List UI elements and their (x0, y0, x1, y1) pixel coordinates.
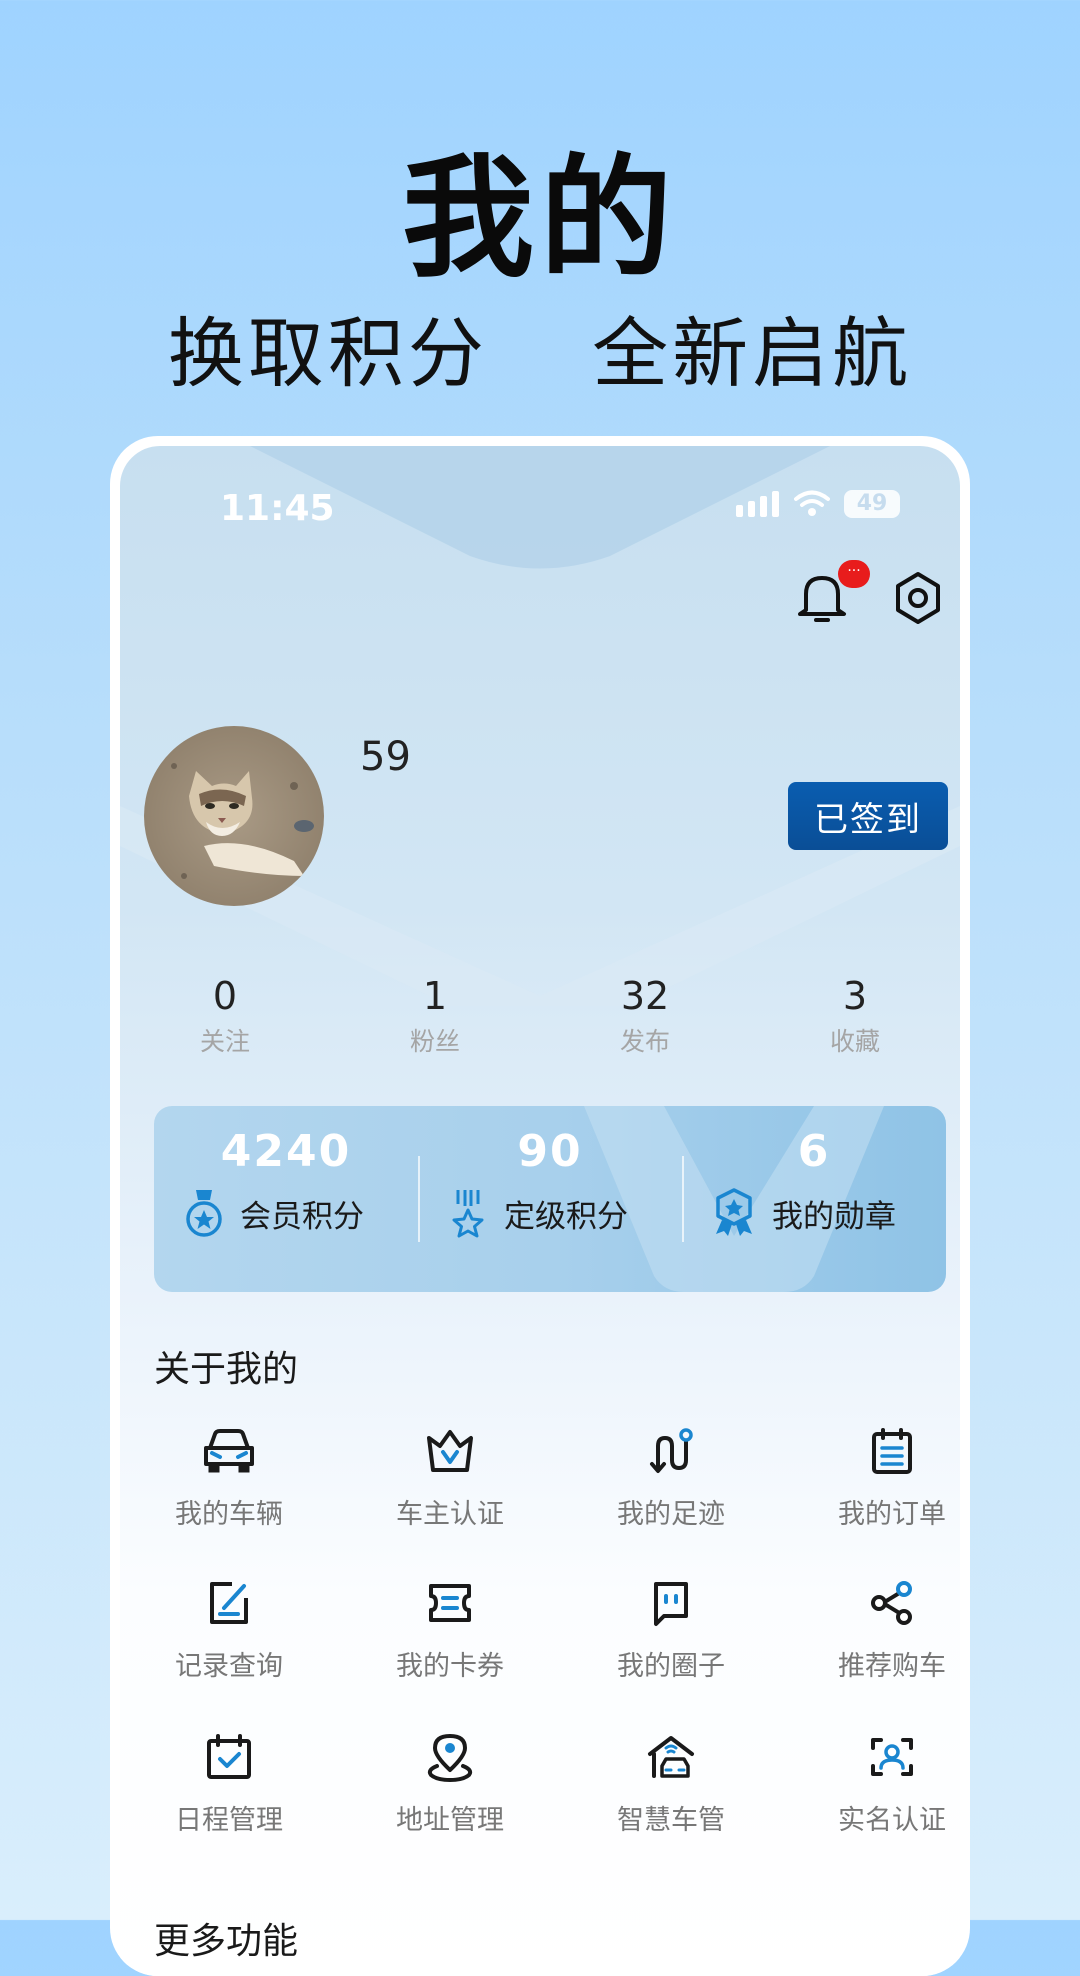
username: 59 (360, 734, 411, 780)
clipboard-icon (872, 1428, 912, 1474)
grid-item-label: 我的订单 (838, 1499, 946, 1530)
grid-item-my-orders[interactable]: 我的订单 (787, 1426, 960, 1546)
grid-item-label: 智慧车管 (617, 1805, 725, 1836)
grid-item-label: 我的卡券 (396, 1651, 504, 1682)
ticket-icon (429, 1584, 471, 1622)
checkin-button[interactable]: 已签到 (788, 782, 948, 850)
battery-indicator: 49 (844, 490, 900, 518)
grid-item-label: 我的车辆 (175, 1499, 283, 1530)
grid-item-schedule-management[interactable]: 日程管理 (124, 1732, 334, 1852)
points-label: 定级积分 (504, 1198, 628, 1235)
stat-label: 关注 (199, 1027, 250, 1056)
grid-item-label: 车主认证 (396, 1499, 504, 1530)
stat-favorites[interactable]: 3 收藏 (750, 974, 960, 1058)
grid-item-my-vehicle[interactable]: 我的车辆 (124, 1426, 334, 1546)
wifi-icon (794, 490, 830, 516)
promo-title: 我的 (402, 142, 678, 296)
ribbon-star-icon (452, 1190, 484, 1238)
car-icon (204, 1429, 254, 1473)
user-scan-icon (871, 1738, 913, 1776)
grid-item-my-circle[interactable]: 我的圈子 (566, 1578, 776, 1698)
stat-fans[interactable]: 1 粉丝 (330, 974, 540, 1058)
stat-value: 3 (842, 974, 868, 1018)
level-points[interactable]: 90 定级积分 (418, 1106, 682, 1292)
stat-following[interactable]: 0 关注 (120, 974, 330, 1058)
grid-item-address-management[interactable]: 地址管理 (345, 1732, 555, 1852)
grid-item-recommend-purchase[interactable]: 推荐购车 (787, 1578, 960, 1698)
grid-item-owner-certification[interactable]: 车主认证 (345, 1426, 555, 1546)
grid-item-label: 推荐购车 (838, 1651, 946, 1682)
stat-label: 粉丝 (409, 1027, 460, 1056)
grid-item-label: 记录查询 (175, 1651, 283, 1682)
grid-item-my-footprints[interactable]: 我的足迹 (566, 1426, 776, 1546)
points-value: 4240 (220, 1126, 352, 1177)
grid-item-label: 实名认证 (838, 1805, 946, 1836)
stat-label: 收藏 (829, 1027, 880, 1056)
notification-button[interactable]: ··· (794, 560, 870, 624)
notification-badge: ··· (838, 560, 870, 588)
calendar-check-icon (207, 1734, 251, 1779)
grid-item-smart-car-management[interactable]: 智慧车管 (566, 1732, 776, 1852)
smart-garage-icon (648, 1736, 694, 1778)
grid-item-label: 我的足迹 (617, 1499, 725, 1530)
route-icon (650, 1428, 693, 1473)
app-screen: 11:45 49 ··· 59 已签到 0 关注 1 粉丝 32 发布 3 收藏… (120, 446, 960, 1976)
points-value: 6 (797, 1126, 831, 1177)
location-pin-icon (427, 1734, 473, 1782)
stat-posts[interactable]: 32 发布 (540, 974, 750, 1058)
promo-subtitle: 换取积分 全新启航 (167, 309, 913, 398)
medal-star-icon (186, 1190, 222, 1237)
status-icons: 49 (736, 490, 900, 518)
points-card: 4240 会员积分 90 定级积分 6 我的勋章 (154, 1106, 946, 1292)
settings-hexagon-icon (896, 572, 940, 624)
edit-record-icon (210, 1582, 248, 1624)
settings-button[interactable] (890, 568, 946, 624)
avatar-image (144, 726, 324, 906)
stat-value: 32 (620, 974, 670, 1018)
grid-item-my-coupons[interactable]: 我的卡券 (345, 1578, 555, 1698)
points-value: 90 (517, 1126, 583, 1177)
chat-bubble-icon (654, 1582, 688, 1626)
phone-frame: 11:45 49 ··· 59 已签到 0 关注 1 粉丝 32 发布 3 收藏… (110, 436, 970, 1976)
grid-item-label: 日程管理 (175, 1805, 283, 1836)
section-title-about: 关于我的 (154, 1349, 299, 1390)
badge-award-icon (716, 1188, 752, 1236)
member-points[interactable]: 4240 会员积分 (154, 1106, 418, 1292)
share-icon (871, 1581, 912, 1625)
grid-item-record-query[interactable]: 记录查询 (124, 1578, 334, 1698)
stat-label: 发布 (619, 1027, 670, 1056)
grid-item-real-name-verification[interactable]: 实名认证 (787, 1732, 960, 1852)
status-time: 11:45 (220, 488, 335, 529)
signal-icon (736, 491, 779, 517)
points-label: 会员积分 (240, 1198, 364, 1235)
avatar[interactable] (144, 726, 324, 906)
my-badges[interactable]: 6 我的勋章 (682, 1106, 946, 1292)
stats-row: 0 关注 1 粉丝 32 发布 3 收藏 (120, 974, 960, 1058)
stat-value: 1 (422, 974, 448, 1018)
crown-icon (427, 1430, 473, 1472)
grid-item-label: 我的圈子 (617, 1651, 725, 1682)
points-label: 我的勋章 (772, 1198, 896, 1235)
stat-value: 0 (212, 974, 238, 1018)
grid-item-label: 地址管理 (396, 1805, 504, 1836)
